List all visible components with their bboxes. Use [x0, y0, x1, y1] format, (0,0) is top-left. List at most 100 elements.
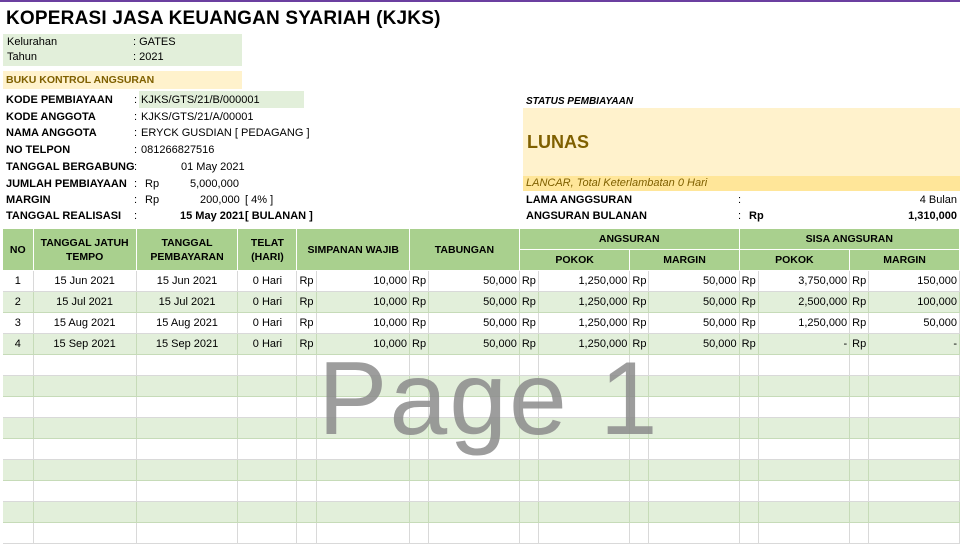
- table-cell-sisa-pokok: [758, 522, 851, 544]
- table-cell-tempo: 15 Aug 2021: [33, 312, 137, 334]
- table-cell-rp: Rp: [849, 333, 870, 355]
- table-cell-rp: [629, 354, 650, 376]
- table-cell-simpanan: [316, 459, 411, 481]
- table-cell-no: [3, 459, 34, 481]
- table-cell-rp: Rp: [409, 312, 430, 334]
- status-note: LANCAR, Total Keterlambatan 0 Hari: [526, 177, 708, 189]
- table-cell-no: [3, 396, 34, 418]
- nama-anggota-value: ERYCK GUSDIAN [ PEDAGANG ]: [141, 127, 310, 139]
- table-cell-sisa-margin: [868, 396, 960, 418]
- tanggal-realisasi-label: TANGGAL REALISASI: [6, 210, 122, 222]
- table-row: [3, 417, 960, 439]
- table-cell-bayar: [136, 459, 239, 481]
- colon: :: [134, 127, 138, 139]
- table-cell-rp: Rp: [519, 270, 539, 292]
- table-cell-telat: [237, 396, 298, 418]
- table-cell-rp: Rp: [296, 333, 317, 355]
- table-cell-rp: [849, 480, 870, 502]
- table-cell-pokok: [538, 459, 631, 481]
- col-header-angsuran-pokok: POKOK: [519, 249, 631, 271]
- table-cell-tempo: 15 Jul 2021: [33, 291, 137, 313]
- table-cell-rp: [849, 417, 870, 439]
- rp-label: Rp: [145, 178, 160, 190]
- table-cell-rp: [849, 438, 870, 460]
- status-value: LUNAS: [527, 132, 589, 152]
- table-cell-sisa-margin: 150,000: [868, 270, 960, 292]
- margin-value: 200,000: [200, 194, 240, 206]
- table-cell-rp: [296, 522, 317, 544]
- table-cell-rp: Rp: [739, 333, 759, 355]
- table-cell-rp: Rp: [519, 333, 539, 355]
- table-cell-rp: [519, 354, 539, 376]
- table-cell-pokok: [538, 375, 631, 397]
- table-cell-telat: [237, 480, 298, 502]
- table-row: [3, 459, 960, 481]
- table-cell-sisa-margin: [868, 459, 960, 481]
- table-row: [3, 522, 960, 544]
- table-cell-rp: [739, 375, 759, 397]
- table-cell-sisa-pokok: 3,750,000: [758, 270, 851, 292]
- tahun-value: : 2021: [133, 51, 164, 63]
- table-cell-telat: [237, 417, 298, 439]
- table-cell-rp: [296, 354, 317, 376]
- table-cell-telat: 0 Hari: [237, 270, 298, 292]
- col-header-telat: TELAT (HARI): [237, 229, 298, 271]
- table-cell-margin: [648, 417, 740, 439]
- table-cell-tabungan: 50,000: [428, 291, 520, 313]
- table-cell-bayar: [136, 396, 239, 418]
- table-cell-telat: [237, 459, 298, 481]
- table-cell-rp: [519, 480, 539, 502]
- table-cell-telat: 0 Hari: [237, 333, 298, 355]
- table-row: [3, 501, 960, 523]
- table-cell-simpanan: [316, 396, 411, 418]
- table-cell-rp: [629, 522, 650, 544]
- table-cell-tabungan: 50,000: [428, 333, 520, 355]
- table-cell-rp: [629, 396, 650, 418]
- table-cell-sisa-margin: 50,000: [868, 312, 960, 334]
- table-cell-rp: [409, 501, 430, 523]
- table-cell-sisa-pokok: 2,500,000: [758, 291, 851, 313]
- table-row: 4 15 Sep 2021 15 Sep 2021 0 Hari Rp 10,000 Rp 5…: [3, 333, 960, 355]
- table-cell-rp: Rp: [629, 312, 650, 334]
- table-cell-rp: [849, 396, 870, 418]
- table-cell-rp: [849, 459, 870, 481]
- table-cell-rp: [409, 417, 430, 439]
- table-cell-bayar: 15 Sep 2021: [136, 333, 239, 355]
- tanggal-realisasi-mode: [ BULANAN ]: [245, 210, 313, 222]
- colon: :: [134, 111, 138, 123]
- table-cell-tabungan: [428, 459, 520, 481]
- table-row: [3, 354, 960, 376]
- table-cell-rp: Rp: [519, 291, 539, 313]
- table-cell-simpanan: 10,000: [316, 333, 411, 355]
- table-cell-margin: [648, 438, 740, 460]
- colon: :: [738, 194, 742, 206]
- table-cell-rp: [629, 438, 650, 460]
- col-header-tabungan: TABUNGAN: [409, 229, 520, 271]
- table-cell-margin: [648, 522, 740, 544]
- table-cell-rp: Rp: [849, 291, 870, 313]
- tanggal-bergabung-value: 01 May 2021: [181, 161, 245, 173]
- table-cell-tempo: [33, 480, 137, 502]
- table-cell-pokok: 1,250,000: [538, 312, 631, 334]
- table-cell-margin: [648, 354, 740, 376]
- table-cell-no: [3, 522, 34, 544]
- table-cell-rp: [519, 501, 539, 523]
- table-cell-sisa-pokok: [758, 354, 851, 376]
- table-cell-simpanan: [316, 354, 411, 376]
- col-header-sisa-angsuran: SISA ANGSURAN: [739, 229, 960, 250]
- table-cell-rp: [739, 396, 759, 418]
- table-cell-sisa-pokok: [758, 459, 851, 481]
- table-cell-rp: [519, 459, 539, 481]
- table-cell-no: [3, 438, 34, 460]
- lama-angsuran-label: LAMA ANGGSURAN: [526, 194, 633, 206]
- table-cell-tabungan: [428, 417, 520, 439]
- table-cell-sisa-margin: [868, 522, 960, 544]
- col-header-no: NO: [3, 229, 34, 271]
- col-header-sisa-pokok: POKOK: [739, 249, 851, 271]
- col-header-angsuran-margin: MARGIN: [629, 249, 740, 271]
- kode-pembiayaan-value: KJKS/GTS/21/B/000001: [141, 94, 260, 106]
- table-row: [3, 438, 960, 460]
- colon: :: [134, 194, 138, 206]
- table-cell-no: [3, 480, 34, 502]
- colon: :: [134, 94, 138, 106]
